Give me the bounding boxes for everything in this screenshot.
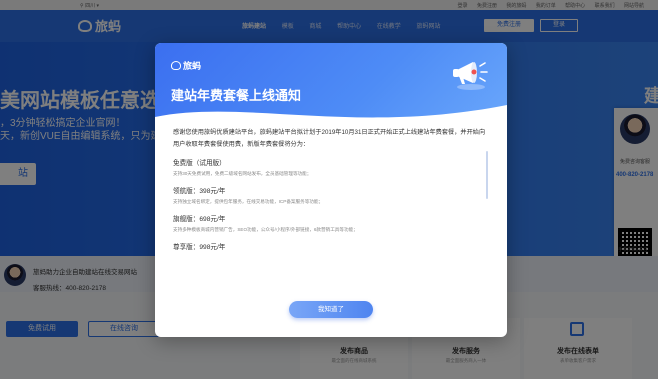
megaphone-icon bbox=[453, 62, 488, 90]
plan-free: 免费版（试用版） 支持30天免费试用，免费二级域名网站发布，全员基础管理等功能； bbox=[173, 159, 491, 178]
plan-name: 领航版：398元/年 bbox=[173, 188, 226, 195]
modal-header: 旅蚂 建站年费套餐上线通知 bbox=[155, 43, 507, 127]
plan-name: 旗舰版：698元/年 bbox=[173, 216, 226, 223]
announcement-modal: 旅蚂 建站年费套餐上线通知 感谢您使用旅蚂优质建站平台，旅蚂建站平台拟计划于20… bbox=[155, 43, 507, 337]
modal-intro: 感谢您使用旅蚂优质建站平台，旅蚂建站平台拟计划于2019年10月31日正式开始正… bbox=[173, 129, 486, 148]
modal-scrollbar[interactable] bbox=[486, 151, 488, 199]
modal-title: 建站年费套餐上线通知 bbox=[171, 88, 302, 103]
modal-body[interactable]: 感谢您使用旅蚂优质建站平台，旅蚂建站平台拟计划于2019年10月31日正式开始正… bbox=[173, 127, 491, 277]
plan-desc: 支持多种模板商城内营销广告，SEO功能，公众号/小程序/外部链接，6款营销工具等… bbox=[173, 227, 358, 232]
acknowledge-button[interactable]: 我知道了 bbox=[289, 301, 373, 318]
plan-pilot: 领航版：398元/年 支持独立域名绑定，提供包年服务，在线交易功能，ICP备案服… bbox=[173, 187, 491, 206]
plan-desc: 支持独立域名绑定，提供包年服务，在线交易功能，ICP备案服务等功能； bbox=[173, 199, 324, 204]
plan-name: 免费版（试用版） bbox=[173, 160, 226, 167]
plan-desc: 支持30天免费试用，免费二级域名网站发布，全员基础管理等功能； bbox=[173, 171, 312, 176]
plan-flagship: 旗舰版：698元/年 支持多种模板商城内营销广告，SEO功能，公众号/小程序/外… bbox=[173, 215, 491, 234]
plan-name: 尊享版：998元/年 bbox=[173, 244, 226, 251]
ant-logo-icon bbox=[171, 61, 181, 70]
modal-logo: 旅蚂 bbox=[171, 59, 201, 72]
modal-logo-text: 旅蚂 bbox=[183, 61, 202, 71]
plan-premium: 尊享版：998元/年 bbox=[173, 243, 491, 253]
